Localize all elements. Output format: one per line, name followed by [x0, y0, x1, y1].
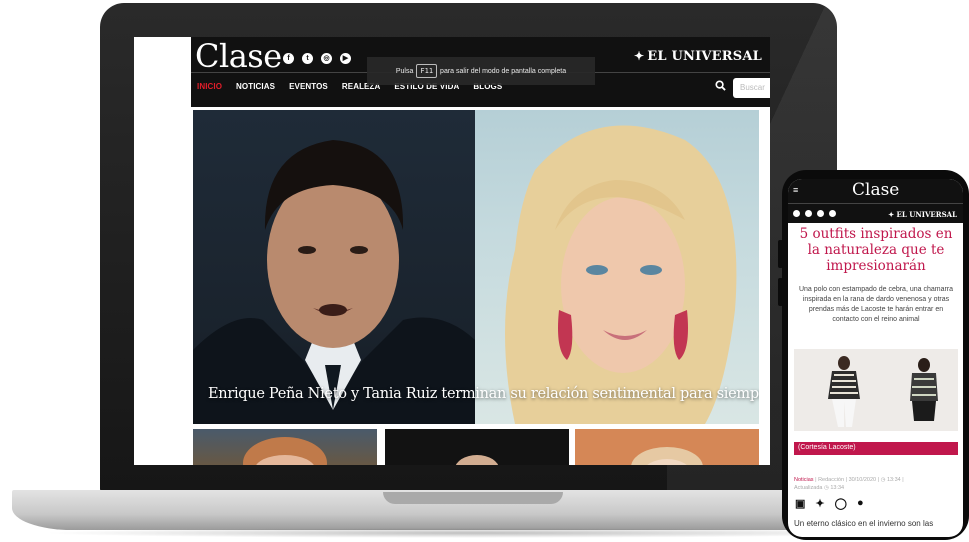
nav-item-inicio[interactable]: INICIO [197, 82, 222, 91]
twitter-share-icon[interactable]: ✦ [815, 497, 824, 510]
f11-key: F11 [416, 64, 438, 78]
social-links: f t ◎ ▶ [283, 53, 351, 64]
site-logo[interactable]: Clase [195, 37, 282, 75]
hamburger-menu-icon[interactable]: ≡ [793, 185, 798, 195]
search-input[interactable]: Buscar [733, 78, 770, 98]
clock-icon: ◷ [880, 477, 886, 483]
mobile-site-logo[interactable]: Clase [852, 180, 899, 200]
story-thumbnail[interactable] [385, 429, 569, 465]
mobile-header-divider [788, 203, 963, 204]
mobile-el-universal-brand[interactable]: ✦ EL UNIVERSAL [888, 210, 957, 219]
story-thumbnail[interactable] [193, 429, 377, 465]
hero-photo-woman [475, 110, 759, 424]
el-universal-brand[interactable]: ✦ EL UNIVERSAL [634, 49, 762, 64]
instagram-icon[interactable]: ◎ [321, 53, 332, 64]
mobile-brand-name: EL UNIVERSAL [896, 210, 957, 219]
facebook-icon[interactable] [793, 210, 800, 217]
article-lede: Una polo con estampado de cebra, una cha… [798, 286, 954, 323]
mobile-header: ≡ Clase ✦ EL UNIVERSAL [788, 179, 963, 223]
youtube-icon[interactable] [829, 210, 836, 217]
search-icon[interactable] [715, 80, 726, 94]
fullscreen-notice-suffix: para salir del modo de pantalla completa [440, 67, 567, 75]
updated-label: Actualizada [794, 485, 823, 491]
article-time: 13:34 [886, 477, 901, 483]
article-meta: Noticias | Redacción | 30/10/2020 | ◷ 13… [794, 477, 904, 491]
fullscreen-notice-prefix: Pulsa [395, 67, 414, 75]
twitter-icon[interactable] [805, 210, 812, 217]
nav-item-eventos[interactable]: EVENTOS [289, 82, 328, 91]
article-date: 30/10/2020 [848, 477, 877, 483]
article-title: 5 outfits inspirados en la naturaleza qu… [799, 226, 953, 274]
phone-side-button [778, 240, 783, 268]
twitter-icon[interactable]: t [302, 53, 313, 64]
brand-name: EL UNIVERSAL [647, 49, 762, 64]
instagram-icon[interactable] [817, 210, 824, 217]
laptop-screen: Clase f t ◎ ▶ ✦ EL UNIVERSAL INICIO NOTIC… [134, 37, 770, 465]
hero-headline[interactable]: Enrique Peña Nieto y Tania Ruiz terminan… [208, 386, 759, 402]
mobile-social-links [793, 210, 836, 217]
facebook-icon[interactable]: f [283, 53, 294, 64]
laptop-shadow [40, 528, 910, 538]
eagle-icon: ✦ [634, 49, 645, 63]
updated-time: 13:34 [830, 485, 845, 491]
article-section[interactable]: Noticias [794, 477, 814, 483]
story-thumbnail[interactable] [575, 429, 759, 465]
share-bar: ▣ ✦ ◯ ● [795, 497, 864, 510]
hero-photo-man [193, 110, 475, 424]
fullscreen-notice: Pulsa F11 para salir del modo de pantall… [367, 57, 595, 85]
messenger-share-icon[interactable]: ● [857, 497, 864, 510]
clock-icon: ◷ [823, 485, 829, 491]
article-author: Redacción [818, 477, 845, 483]
phone-screen: ≡ Clase ✦ EL UNIVERSAL 5 outfits inspira… [788, 179, 963, 537]
facebook-share-icon[interactable]: ▣ [795, 497, 805, 510]
article-photo[interactable] [794, 349, 958, 431]
phone-side-button [778, 278, 783, 306]
youtube-icon[interactable]: ▶ [340, 53, 351, 64]
photo-caption: (Cortesía Lacoste) [794, 442, 958, 455]
article-body: Un eterno clásico en el invierno son las [794, 519, 934, 528]
nav-item-noticias[interactable]: NOTICIAS [236, 82, 275, 91]
laptop-trackpad-notch [383, 492, 563, 504]
whatsapp-share-icon[interactable]: ◯ [835, 497, 847, 510]
hero-story[interactable]: Enrique Peña Nieto y Tania Ruiz terminan… [193, 110, 759, 424]
